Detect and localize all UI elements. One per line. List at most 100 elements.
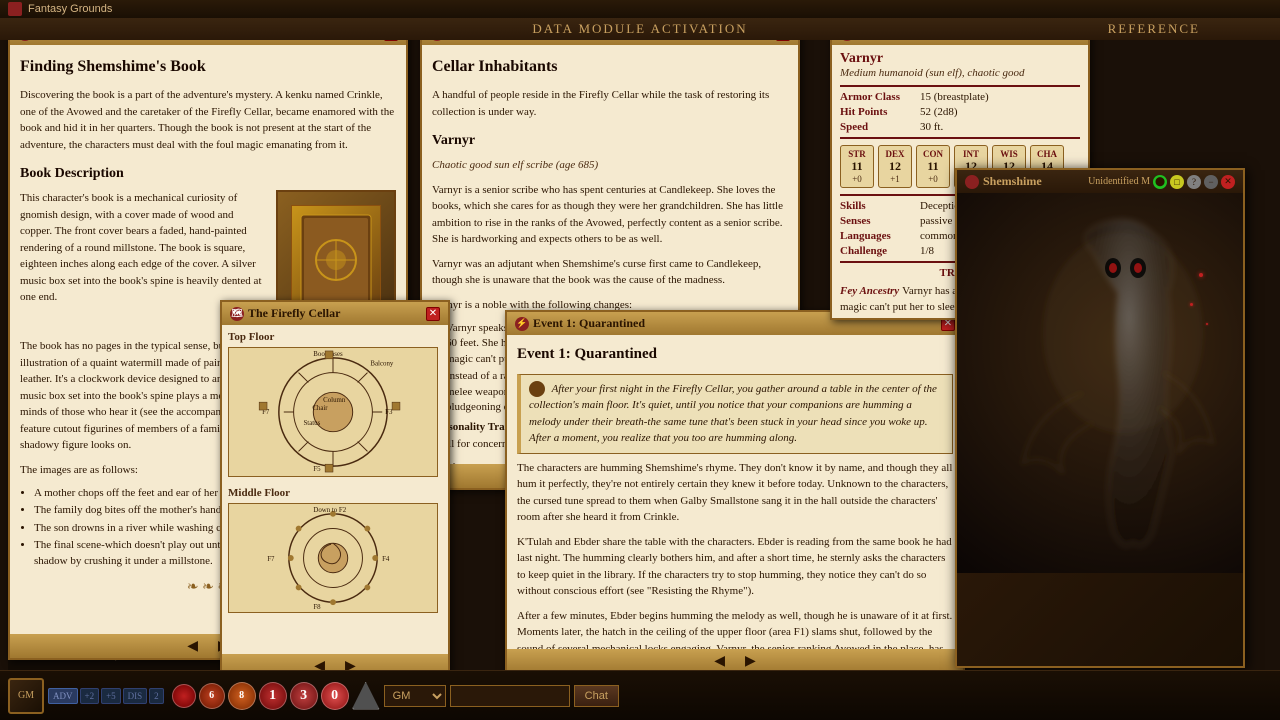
cellar-varnyr-text1: Varnyr is a senior scribe who has spent …: [432, 182, 788, 248]
speed-row: Speed 30 ft.: [840, 121, 1080, 133]
cellar-main-title: Cellar Inhabitants: [432, 55, 788, 79]
die-triangle-btn[interactable]: [352, 682, 380, 710]
bottom-bar: GM ADV +2 +5 DIS 2 6 8 1 3 0 GM Player C…: [0, 670, 1280, 720]
event-text-1: The characters are humming Shemshime's r…: [517, 460, 953, 526]
cellar-intro: A handful of people reside in the Firefl…: [432, 87, 788, 120]
svg-text:Chair: Chair: [312, 405, 328, 412]
map-content: Top Floor Bookcases Balcony F3 Chair Sta…: [222, 325, 448, 677]
map-panel-title: 🗺 The Firefly Cellar: [230, 306, 340, 321]
cellar-varnyr-text2: Varnyr was an adjutant when Shemshime's …: [432, 256, 788, 289]
armor-class-label: Armor Class: [840, 91, 920, 103]
map-middle-floor-label: Middle Floor: [228, 487, 442, 499]
die-d20-btn[interactable]: 0: [321, 682, 349, 710]
reference-title: Reference: [1108, 21, 1200, 37]
chat-button[interactable]: Chat: [574, 685, 619, 707]
shemshime-controls: Unidentified M ⬤ □ ? − ✕: [1088, 175, 1235, 189]
event-panel-content: Event 1: Quarantined After your first ni…: [507, 335, 963, 672]
svg-text:F5: F5: [313, 466, 321, 473]
chat-input[interactable]: [450, 685, 570, 707]
app-title: Fantasy Grounds: [28, 3, 112, 15]
svg-text:Balcony: Balcony: [370, 361, 393, 368]
dice-group: 6 8 1 3 0: [172, 682, 380, 710]
stat-divider-1: [840, 85, 1080, 87]
speed-value: 30 ft.: [920, 121, 943, 133]
shemshime-yellow-btn[interactable]: □: [1170, 175, 1184, 189]
svg-text:Status: Status: [303, 420, 320, 427]
armor-class-value: 15 (breastplate): [920, 91, 989, 103]
cellar-varnyr-subtitle: Chaotic good sun elf scribe (age 685): [432, 157, 788, 174]
plus2-token[interactable]: +2: [80, 688, 100, 704]
shemshime-panel: Shemshime Unidentified M ⬤ □ ? − ✕: [955, 168, 1245, 668]
senses-label: Senses: [840, 215, 920, 227]
data-module-bar: Data Module Activation Reference: [0, 18, 1280, 40]
shemshime-minus-btn[interactable]: −: [1204, 175, 1218, 189]
token-controls: ADV +2 +5 DIS 2: [48, 688, 164, 704]
event-text-2: K'Tulah and Ebder share the table with t…: [517, 534, 953, 600]
stat-divider-2: [840, 137, 1080, 139]
map-panel: 🗺 The Firefly Cellar ✕ Top Floor Bookcas…: [220, 300, 450, 680]
shemshime-title-area: Shemshime: [965, 174, 1042, 189]
plus5-token[interactable]: +5: [101, 688, 121, 704]
event-panel-title: ⚡ Event 1: Quarantined: [515, 316, 645, 331]
map-panel-header: 🗺 The Firefly Cellar ✕: [222, 302, 448, 325]
event-icon: ⚡: [515, 317, 529, 331]
dis-token[interactable]: DIS: [123, 688, 148, 704]
armor-class-row: Armor Class 15 (breastplate): [840, 91, 1080, 103]
map-top-floor-label: Top Floor: [228, 331, 442, 343]
ability-str: STR 11 +0: [840, 145, 874, 188]
red-particle-2: [1190, 303, 1193, 306]
adv-token[interactable]: ADV: [48, 688, 78, 704]
svg-text:F7: F7: [267, 556, 275, 563]
die-d12-btn[interactable]: 3: [290, 682, 318, 710]
book-prev-btn[interactable]: ◀: [181, 638, 204, 655]
role-select[interactable]: GM Player: [384, 685, 446, 707]
data-module-title: Data Module Activation: [532, 21, 747, 37]
svg-text:Down to F2: Down to F2: [313, 507, 346, 514]
ability-dex: DEX 12 +1: [878, 145, 912, 188]
die-d6-btn[interactable]: 6: [199, 683, 225, 709]
shemshime-close-btn[interactable]: ✕: [1221, 175, 1235, 189]
speed-label: Speed: [840, 121, 920, 133]
svg-text:F8: F8: [313, 604, 321, 611]
speech-icon-1: [529, 381, 545, 397]
shemshime-green-btn[interactable]: ⬤: [1153, 175, 1167, 189]
cellar-varnyr-title: Varnyr: [432, 130, 788, 151]
event-main-title: Event 1: Quarantined: [517, 343, 953, 366]
die-d10-btn[interactable]: 1: [259, 682, 287, 710]
red-particle-3: [1206, 323, 1208, 325]
hit-points-value: 52 (2d8): [920, 106, 958, 118]
event-next-btn[interactable]: ▶: [739, 653, 762, 670]
challenge-value: 1/8: [920, 245, 934, 257]
shemshime-header: Shemshime Unidentified M ⬤ □ ? − ✕: [957, 170, 1243, 193]
book-image-inner: [291, 205, 381, 315]
languages-label: Languages: [840, 230, 920, 242]
ability-con: CON 11 +0: [916, 145, 950, 188]
fey-ancestry-title: Fey Ancestry: [840, 285, 899, 297]
map-svg-top: Bookcases Balcony F3 Chair Status Column…: [228, 347, 438, 477]
event-panel: ⚡ Event 1: Quarantined ✕ Event 1: Quaran…: [505, 310, 965, 675]
hit-points-label: Hit Points: [840, 106, 920, 118]
challenge-label: Challenge: [840, 245, 920, 257]
shemshime-title: Shemshime: [983, 174, 1042, 189]
die-d4-btn[interactable]: [172, 684, 196, 708]
count-token[interactable]: 2: [149, 688, 164, 704]
creature-subtitle: Medium humanoid (sun elf), chaotic good: [840, 67, 1080, 79]
creature-name: Varnyr: [840, 51, 1080, 67]
shemshime-image: [957, 193, 1243, 573]
shemshime-question-btn[interactable]: ?: [1187, 175, 1201, 189]
svg-text:Column: Column: [323, 397, 346, 404]
skills-label: Skills: [840, 200, 920, 212]
red-particle-1: [1199, 273, 1203, 277]
map-panel-close[interactable]: ✕: [426, 307, 440, 321]
event-prev-btn[interactable]: ◀: [708, 653, 731, 670]
shemshime-subtitle: Unidentified M: [1088, 176, 1150, 187]
app-icon: [8, 2, 22, 16]
book-main-title: Finding Shemshime's Book: [20, 55, 396, 79]
shemshime-icon: [965, 175, 979, 189]
hit-points-row: Hit Points 52 (2d8): [840, 106, 1080, 118]
event-speech-1: After your first night in the Firefly Ce…: [517, 374, 953, 454]
player-portrait: GM: [8, 678, 44, 714]
svg-text:F4: F4: [382, 556, 390, 563]
die-d8-btn[interactable]: 8: [228, 682, 256, 710]
title-bar: Fantasy Grounds: [0, 0, 1280, 18]
